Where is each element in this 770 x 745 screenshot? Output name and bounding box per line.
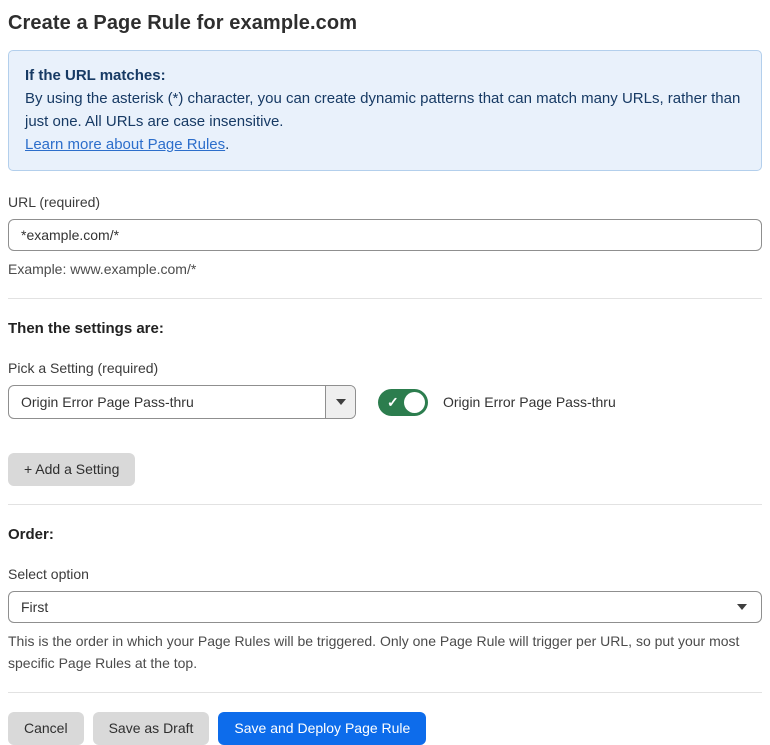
setting-row: Origin Error Page Pass-thru ✓ Origin Err…	[8, 385, 762, 419]
setting-dropdown[interactable]: Origin Error Page Pass-thru	[8, 385, 356, 419]
caret-down-icon	[737, 604, 747, 610]
order-section-heading: Order:	[8, 526, 54, 543]
setting-toggle[interactable]: ✓	[378, 388, 428, 416]
url-input[interactable]	[8, 219, 762, 251]
divider	[8, 298, 762, 299]
toggle-knob	[404, 391, 425, 413]
link-suffix: .	[225, 136, 230, 153]
check-icon: ✓	[387, 394, 399, 410]
order-select-value: First	[21, 599, 49, 615]
setting-toggle-label: Origin Error Page Pass-thru	[443, 394, 616, 410]
page-title: Create a Page Rule for example.com	[8, 12, 358, 34]
setting-dropdown-caret-button[interactable]	[325, 386, 355, 418]
save-and-deploy-button[interactable]: Save and Deploy Page Rule	[218, 712, 427, 745]
footer-actions: Cancel Save as Draft Save and Deploy Pag…	[8, 712, 762, 745]
url-helper-text: Example: www.example.com/*	[8, 261, 197, 277]
divider	[8, 504, 762, 505]
learn-more-link[interactable]: Learn more about Page Rules	[25, 136, 225, 153]
info-box-body: By using the asterisk (*) character, you…	[25, 90, 741, 130]
url-match-info-box: If the URL matches: By using the asteris…	[8, 50, 762, 171]
pick-setting-label: Pick a Setting (required)	[8, 360, 159, 376]
url-field-label: URL (required)	[8, 194, 101, 210]
setting-dropdown-value: Origin Error Page Pass-thru	[21, 394, 194, 410]
order-helper-text: This is the order in which your Page Rul…	[8, 633, 740, 671]
divider	[8, 692, 762, 693]
settings-section-heading: Then the settings are:	[8, 320, 164, 337]
info-box-heading: If the URL matches:	[25, 67, 166, 84]
info-box-link-line: Learn more about Page Rules.	[25, 133, 745, 156]
add-setting-button[interactable]: + Add a Setting	[8, 453, 136, 486]
cancel-button[interactable]: Cancel	[8, 712, 84, 745]
order-select-label: Select option	[8, 566, 89, 582]
order-select[interactable]: First	[8, 591, 762, 623]
caret-down-icon	[335, 399, 346, 405]
save-as-draft-button[interactable]: Save as Draft	[92, 712, 210, 745]
